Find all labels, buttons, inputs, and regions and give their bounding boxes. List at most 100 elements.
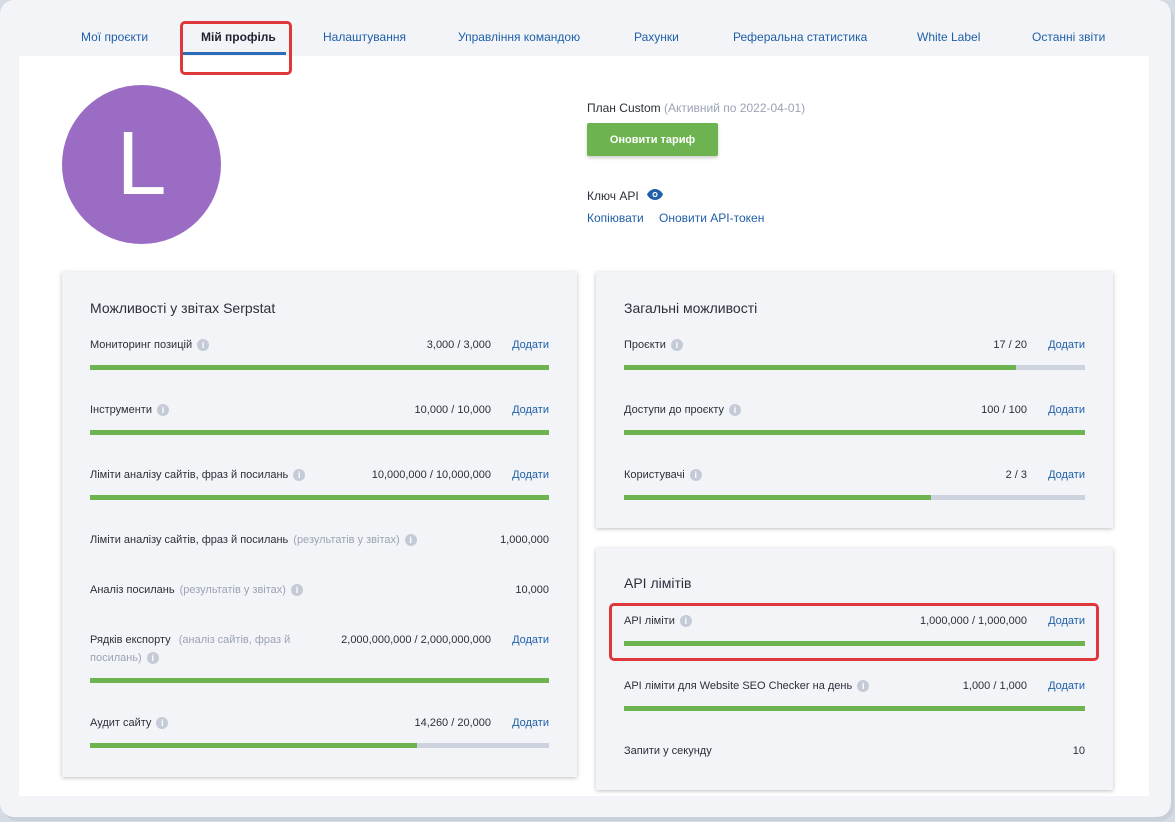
row-value: 1,000 / 1,000 xyxy=(962,680,1027,692)
tab-settings[interactable]: Налаштування xyxy=(323,30,406,44)
list-item: Запити у секунду 10 xyxy=(624,742,1085,782)
list-item: Доступи до проєкту i 100 / 100 Додати xyxy=(624,401,1085,441)
api-limits-card: API лімітів API ліміти i 1,000,000 / 1,00… xyxy=(596,548,1113,790)
add-button[interactable]: Додати xyxy=(512,631,549,649)
progress-bar xyxy=(624,430,1085,435)
progress-bar xyxy=(624,495,1085,500)
row-label: Аудит сайту xyxy=(90,717,152,729)
row-value: 17 / 20 xyxy=(993,339,1027,351)
progress-fill xyxy=(624,430,1085,435)
list-item: API ліміти для Website SEO Checker на де… xyxy=(624,677,1085,717)
info-icon[interactable]: i xyxy=(146,652,159,664)
row-label: Ліміти аналізу сайтів, фраз й посилань xyxy=(90,469,289,481)
plan-name: Custom xyxy=(619,101,661,115)
info-icon[interactable]: i xyxy=(404,534,417,546)
info-icon[interactable]: i xyxy=(689,469,702,481)
tab-referral-stats[interactable]: Реферальна статистика xyxy=(733,30,867,44)
profile-tabs: Мої проєкти Мій профіль Налаштування Упр… xyxy=(0,0,1171,56)
progress-fill xyxy=(624,365,1016,370)
row-label: Доступи до проєкту xyxy=(624,404,725,416)
row-value: 14,260 / 20,000 xyxy=(414,717,491,729)
row-value: 1,000,000 xyxy=(500,534,549,546)
list-item: Рядків експорту (аналіз сайтів, фраз й п… xyxy=(90,631,549,687)
plan-label: План xyxy=(587,101,616,115)
list-item: Аудит сайту i 14,260 / 20,000 Додати xyxy=(90,714,549,754)
row-label: Мониторинг позицій xyxy=(90,339,193,351)
row-label: API ліміти для Website SEO Checker на де… xyxy=(624,680,853,692)
progress-fill xyxy=(624,706,1085,711)
report-features-card: Можливості у звітах Serpstat Мониторинг … xyxy=(62,272,577,777)
copy-api-key-link[interactable]: Копіювати xyxy=(587,211,644,225)
row-sub-label: (аналіз сайтів, фраз й xyxy=(178,634,291,646)
progress-bar xyxy=(90,678,549,683)
info-icon[interactable]: i xyxy=(857,680,870,692)
progress-bar xyxy=(624,706,1085,711)
api-key-label: Ключ API xyxy=(587,189,639,203)
add-button[interactable]: Додати xyxy=(1048,466,1085,484)
info-icon[interactable]: i xyxy=(290,584,303,596)
row-label: Рядків експорту xyxy=(90,634,171,646)
row-value: 100 / 100 xyxy=(981,404,1027,416)
info-icon[interactable]: i xyxy=(156,717,169,729)
upgrade-plan-button[interactable]: Оновити тариф xyxy=(587,123,718,156)
row-value: 10 xyxy=(1072,745,1085,757)
tab-my-projects[interactable]: Мої проєкти xyxy=(81,30,148,44)
row-sub-label-cont: посилань) xyxy=(90,652,142,664)
add-button[interactable]: Додати xyxy=(512,336,549,354)
api-limits-title: API лімітів xyxy=(624,575,692,591)
general-features-title: Загальні можливості xyxy=(624,300,758,316)
progress-fill xyxy=(624,495,932,500)
general-features-card: Загальні можливості Проєкти i 17 / 20 Дод… xyxy=(596,272,1113,528)
progress-bar xyxy=(90,430,549,435)
progress-fill xyxy=(90,678,549,683)
eye-icon[interactable] xyxy=(646,189,663,203)
highlight-box-tab xyxy=(180,21,292,75)
add-button[interactable]: Додати xyxy=(1048,401,1085,419)
add-button[interactable]: Додати xyxy=(512,714,549,732)
list-item: Ліміти аналізу сайтів, фраз й посилань i … xyxy=(90,466,549,506)
info-icon[interactable]: i xyxy=(156,404,169,416)
progress-bar xyxy=(90,495,549,500)
info-icon[interactable]: i xyxy=(670,339,683,351)
row-value: 10,000,000 / 10,000,000 xyxy=(371,469,491,481)
row-label: Проєкти xyxy=(624,339,666,351)
info-icon[interactable]: i xyxy=(729,404,742,416)
list-item: Проєкти i 17 / 20 Додати xyxy=(624,336,1085,376)
add-button[interactable]: Додати xyxy=(512,466,549,484)
progress-fill xyxy=(90,495,549,500)
api-key-row: Ключ API xyxy=(587,189,663,203)
progress-bar xyxy=(624,365,1085,370)
tab-invoices[interactable]: Рахунки xyxy=(634,30,679,44)
row-value: 3,000 / 3,000 xyxy=(426,339,491,351)
list-item: Інструменти i 10,000 / 10,000 Додати xyxy=(90,401,549,441)
tab-team-management[interactable]: Управління командою xyxy=(458,30,580,44)
list-item: Аналіз посилань (результатів у звітах) i 1… xyxy=(90,581,549,621)
avatar: L xyxy=(62,85,221,244)
row-sub-label: (результатів у звітах) xyxy=(179,584,286,596)
row-label: Інструменти xyxy=(90,404,152,416)
row-label: Аналіз посилань xyxy=(90,584,175,596)
progress-bar xyxy=(90,743,549,748)
tab-white-label[interactable]: White Label xyxy=(917,30,980,44)
info-icon[interactable]: i xyxy=(293,469,306,481)
list-item: Мониторинг позицій i 3,000 / 3,000 Додати xyxy=(90,336,549,376)
api-key-actions: Копіювати Оновити API-токен xyxy=(587,211,776,225)
tab-recent-reports[interactable]: Останні звіти xyxy=(1032,30,1105,44)
add-button[interactable]: Додати xyxy=(512,401,549,419)
list-item: Ліміти аналізу сайтів, фраз й посилань (р… xyxy=(90,531,549,571)
list-item: Користувачі i 2 / 3 Додати xyxy=(624,466,1085,506)
add-button[interactable]: Додати xyxy=(1048,336,1085,354)
row-value: 10,000 / 10,000 xyxy=(414,404,491,416)
progress-fill xyxy=(90,743,418,748)
progress-fill xyxy=(90,365,549,370)
row-label: Запити у секунду xyxy=(624,745,712,757)
add-button[interactable]: Додати xyxy=(1048,677,1085,695)
row-value: 2,000,000,000 / 2,000,000,000 xyxy=(341,634,491,646)
plan-info: План Custom (Активний по 2022-04-01) xyxy=(587,101,805,115)
refresh-api-token-link[interactable]: Оновити API-токен xyxy=(659,211,764,225)
progress-fill xyxy=(90,430,549,435)
info-icon[interactable]: i xyxy=(197,339,210,351)
row-label: Користувачі xyxy=(624,469,685,481)
row-value: 10,000 xyxy=(515,584,549,596)
progress-bar xyxy=(90,365,549,370)
